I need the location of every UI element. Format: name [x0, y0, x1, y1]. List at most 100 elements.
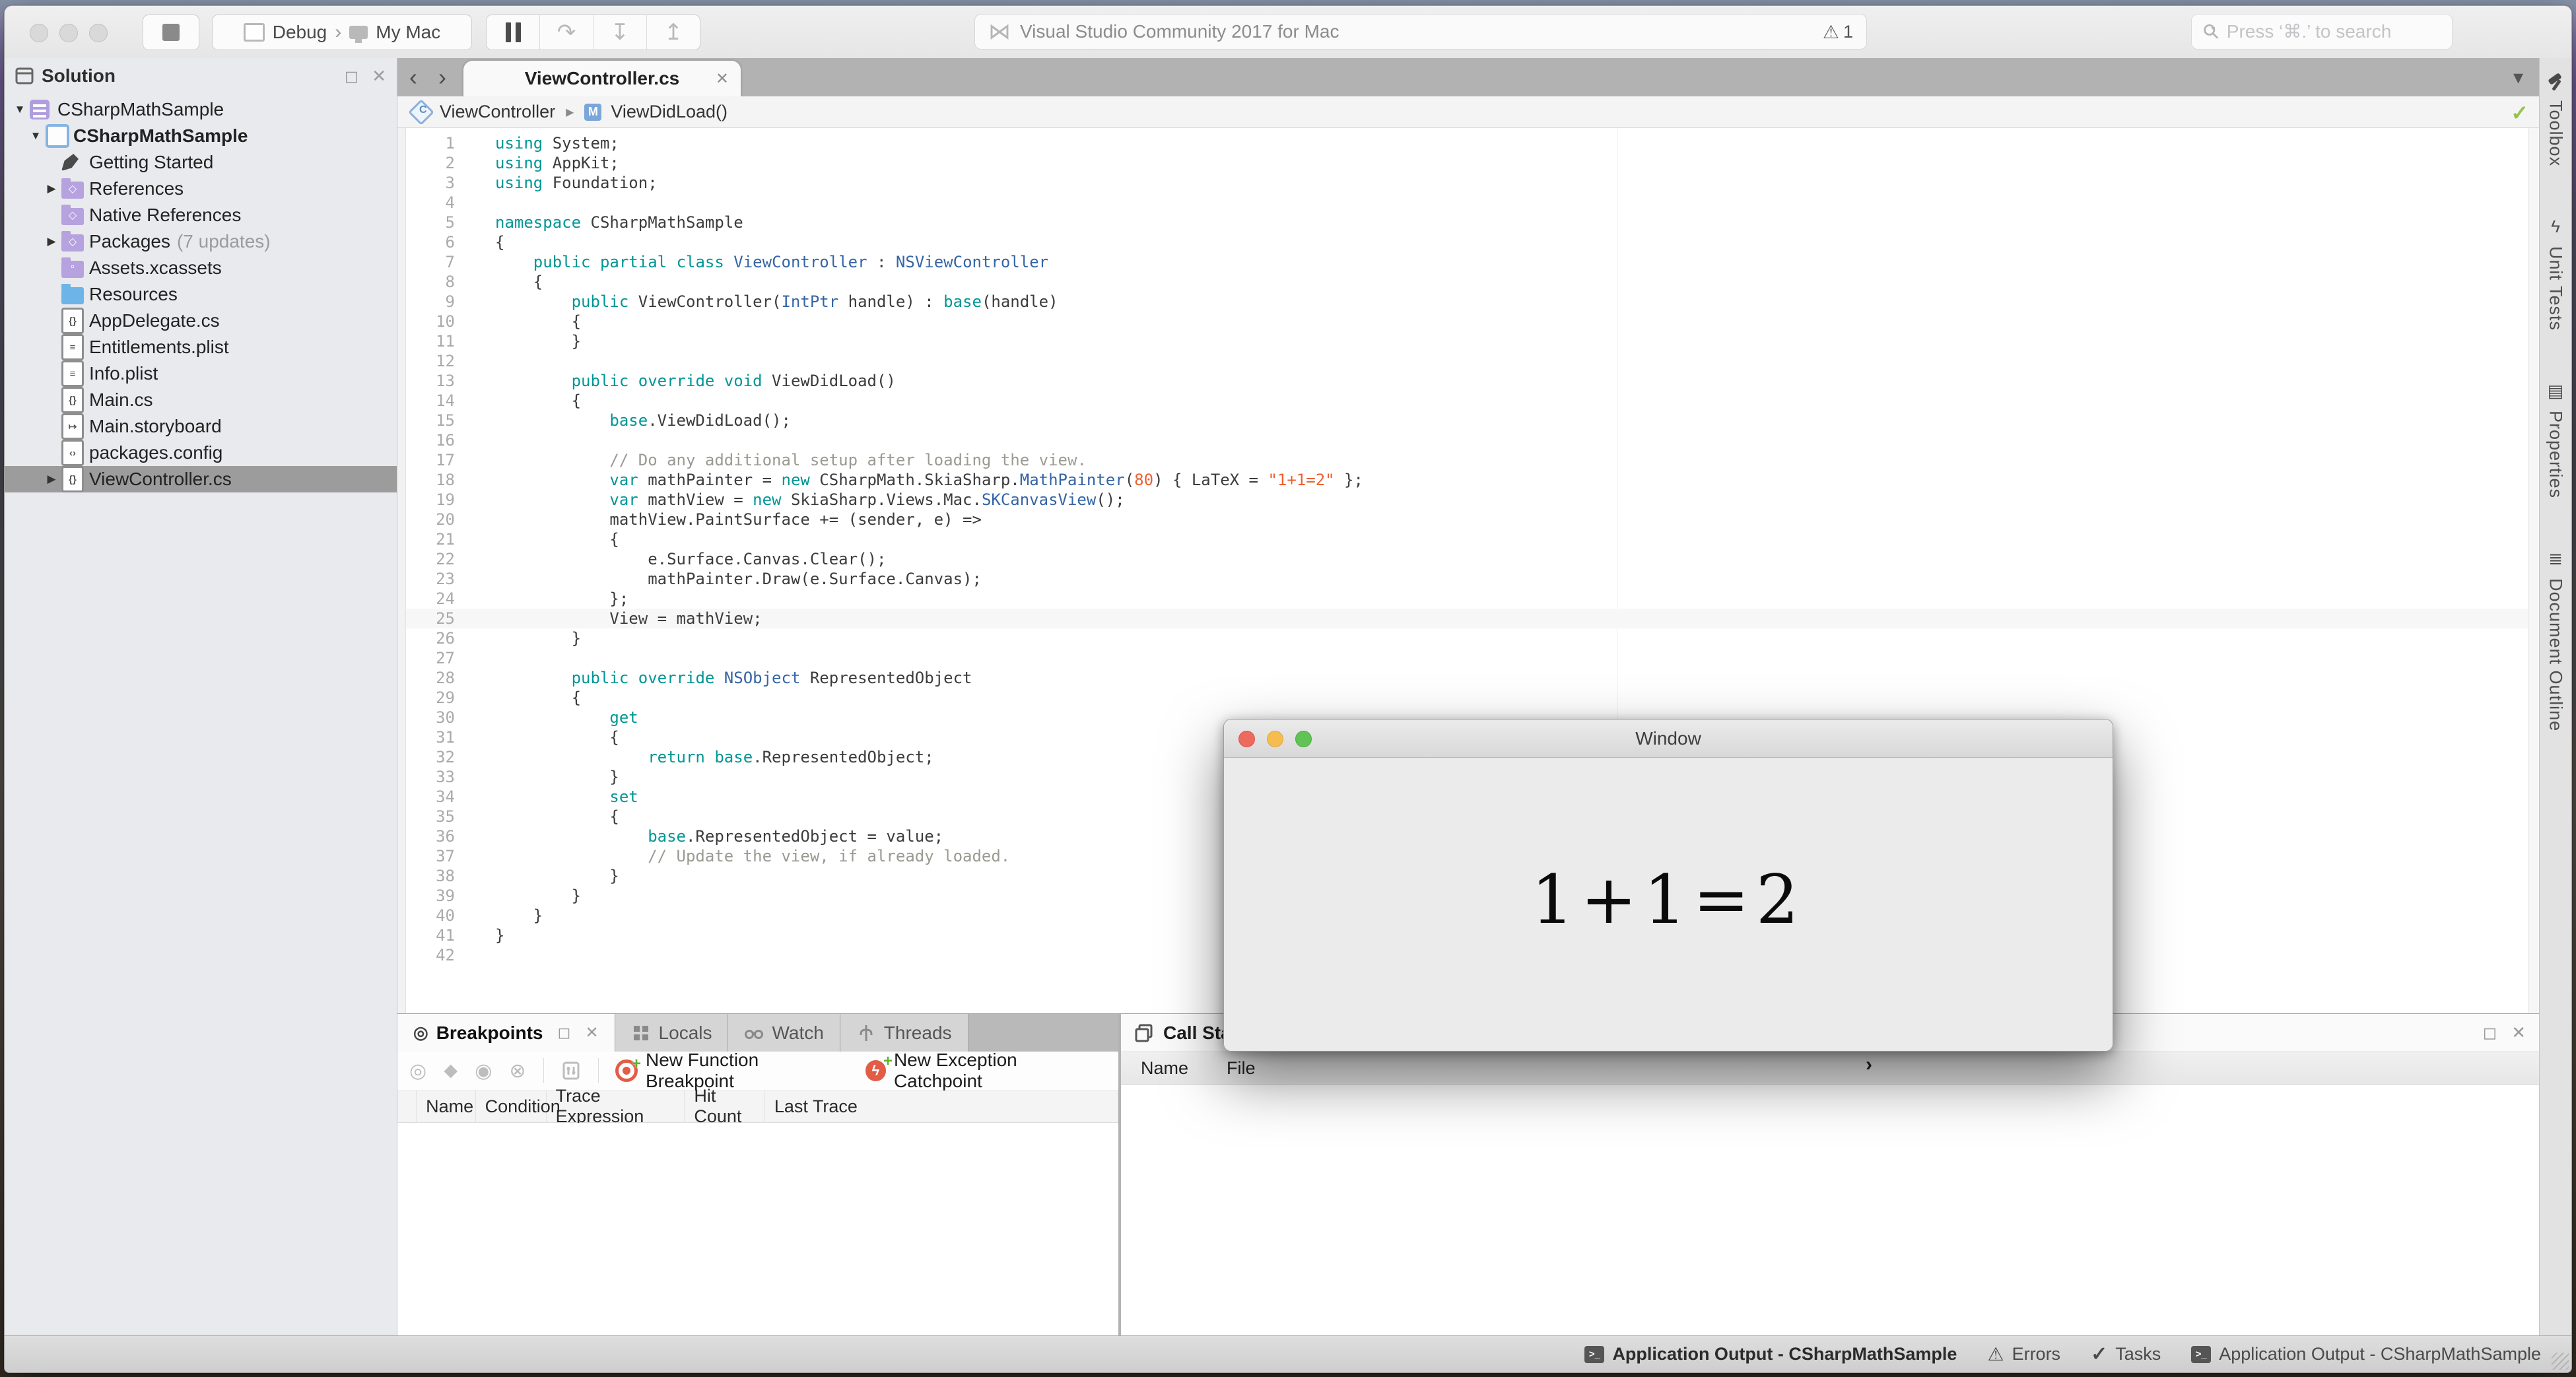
zoom-window-icon[interactable]: [89, 24, 108, 42]
run-configuration-selector[interactable]: Debug › My Mac: [212, 15, 472, 50]
step-over-button[interactable]: ↷: [540, 15, 593, 50]
tree-item-main-storyboard[interactable]: ↦ Main.storyboard: [5, 413, 397, 440]
rail-tab-unit-tests[interactable]: ϟ Unit Tests: [2546, 217, 2566, 331]
tree-item-references[interactable]: ▶ ◇ References: [5, 176, 397, 202]
code-line-20[interactable]: 20 mathView.PaintSurface += (sender, e) …: [406, 510, 2539, 529]
statusbar-item-tasks[interactable]: ✓ Tasks: [2091, 1343, 2161, 1366]
tree-item-info-plist[interactable]: ≡ Info.plist: [5, 360, 397, 387]
column-header-condition[interactable]: Condition: [476, 1091, 560, 1122]
rail-tab-toolbox[interactable]: Toolbox: [2546, 74, 2566, 166]
code-line-22[interactable]: 22 e.Surface.Canvas.Clear();: [406, 549, 2539, 569]
code-line-1[interactable]: 1 using System;: [406, 133, 2539, 153]
overflow-chevron-icon[interactable]: ›: [1866, 1054, 1872, 1076]
code-line-9[interactable]: 9 public ViewController(IntPtr handle) :…: [406, 292, 2539, 312]
resize-grip[interactable]: [2552, 1353, 2569, 1370]
tree-item-viewcontroller-cs[interactable]: ▶{} ViewController.cs: [5, 466, 397, 492]
app-window[interactable]: Window 1+1=2: [1223, 719, 2113, 1052]
close-pad-icon[interactable]: ✕: [2511, 1023, 2526, 1043]
tree-item-csharpmathsample[interactable]: ▼ CSharpMathSample: [5, 96, 397, 123]
app-window-titlebar[interactable]: Window: [1224, 720, 2113, 758]
close-window-icon[interactable]: [1238, 731, 1255, 747]
stop-button[interactable]: [143, 15, 199, 50]
tree-expanded-icon[interactable]: ▼: [10, 103, 30, 116]
code-line-25[interactable]: 25 View = mathView;: [406, 609, 2539, 628]
tree-collapsed-icon[interactable]: ▶: [42, 473, 61, 486]
tree-item-packages-config[interactable]: ‹› packages.config: [5, 440, 397, 466]
code-line-27[interactable]: 27: [406, 648, 2539, 668]
code-line-14[interactable]: 14 {: [406, 391, 2539, 411]
column-header-file[interactable]: File: [1207, 1058, 1256, 1079]
column-header-hit-count[interactable]: Hit Count: [685, 1086, 765, 1126]
dock-pad-icon[interactable]: ◻: [558, 1023, 571, 1042]
close-window-icon[interactable]: [30, 24, 48, 42]
code-line-12[interactable]: 12: [406, 351, 2539, 371]
code-line-16[interactable]: 16: [406, 430, 2539, 450]
tree-collapsed-icon[interactable]: ▶: [42, 182, 61, 195]
tree-item-csharpmathsample[interactable]: ▼ CSharpMathSample: [5, 123, 397, 149]
zoom-window-icon[interactable]: [1295, 731, 1312, 747]
all-breakpoints-icon[interactable]: ◉: [475, 1059, 492, 1083]
code-line-21[interactable]: 21 {: [406, 529, 2539, 549]
tree-item-resources[interactable]: Resources: [5, 281, 397, 308]
rail-tab-document-outline[interactable]: ≣ Document Outline: [2546, 549, 2566, 731]
column-header-name[interactable]: Name: [417, 1091, 476, 1122]
navigate-forward-button[interactable]: ›: [429, 63, 456, 91]
minimize-window-icon[interactable]: [59, 24, 78, 42]
step-into-button[interactable]: ↧: [593, 15, 647, 50]
pause-button[interactable]: [487, 15, 540, 50]
code-line-3[interactable]: 3 using Foundation;: [406, 173, 2539, 193]
tab-threads[interactable]: Threads: [840, 1014, 968, 1052]
tree-item-entitlements-plist[interactable]: ≡ Entitlements.plist: [5, 334, 397, 360]
tab-breakpoints[interactable]: ◎ Breakpoints ◻ ✕: [397, 1014, 615, 1052]
code-line-18[interactable]: 18 var mathPainter = new CSharpMath.Skia…: [406, 470, 2539, 490]
close-tab-icon[interactable]: ✕: [716, 69, 729, 88]
breadcrumb-item-viewdidload[interactable]: M ViewDidLoad(): [584, 102, 728, 122]
dock-pad-icon[interactable]: ◻: [2483, 1023, 2497, 1043]
tree-collapsed-icon[interactable]: ▶: [42, 235, 61, 248]
close-pad-icon[interactable]: ✕: [585, 1023, 598, 1042]
tree-item-getting-started[interactable]: Getting Started: [5, 149, 397, 176]
button-new-exception-catchpoint[interactable]: ϟ + New Exception Catchpoint: [865, 1050, 1106, 1092]
tab-viewcontroller-cs[interactable]: ViewController.cs ✕: [463, 61, 741, 96]
code-line-17[interactable]: 17 // Do any additional setup after load…: [406, 450, 2539, 470]
breakpoint-gutter[interactable]: [397, 128, 406, 1013]
editor-scrollbar[interactable]: [2528, 128, 2539, 1013]
tab-locals[interactable]: Locals: [615, 1014, 729, 1052]
code-line-10[interactable]: 10 {: [406, 312, 2539, 331]
tab-overflow-icon[interactable]: ▾: [2513, 66, 2523, 89]
window-traffic-lights[interactable]: [30, 24, 108, 42]
code-line-6[interactable]: 6{: [406, 232, 2539, 252]
statusbar-item-errors[interactable]: ⚠ Errors: [1987, 1343, 2060, 1365]
code-line-29[interactable]: 29 {: [406, 688, 2539, 708]
code-line-5[interactable]: 5 namespace CSharpMathSample: [406, 213, 2539, 232]
code-line-7[interactable]: 7 public partial class ViewController : …: [406, 252, 2539, 272]
code-line-8[interactable]: 8 {: [406, 272, 2539, 292]
breakpoints-list[interactable]: [397, 1123, 1118, 1335]
tree-expanded-icon[interactable]: ▼: [26, 129, 46, 143]
disable-breakpoint-icon[interactable]: ⬥: [444, 1059, 458, 1082]
search-input[interactable]: [2225, 20, 2441, 43]
tree-item-appdelegate-cs[interactable]: {} AppDelegate.cs: [5, 308, 397, 334]
code-line-11[interactable]: 11 }: [406, 331, 2539, 351]
close-pad-icon[interactable]: ✕: [372, 66, 386, 86]
code-line-23[interactable]: 23 mathPainter.Draw(e.Surface.Canvas);: [406, 569, 2539, 589]
warning-counter[interactable]: ⚠ 1: [1823, 21, 1853, 43]
breadcrumb-item-viewcontroller[interactable]: ViewController: [408, 98, 555, 125]
code-line-28[interactable]: 28 public override NSObject RepresentedO…: [406, 668, 2539, 688]
step-out-button[interactable]: ↥: [647, 15, 700, 50]
tree-item-native-references[interactable]: ◇ Native References: [5, 202, 397, 228]
rail-tab-properties[interactable]: ▤ Properties: [2546, 381, 2566, 498]
minimize-window-icon[interactable]: [1267, 731, 1283, 747]
code-line-2[interactable]: 2 using AppKit;: [406, 153, 2539, 173]
code-line-19[interactable]: 19 var mathView = new SkiaSharp.Views.Ma…: [406, 490, 2539, 510]
callstack-list[interactable]: [1121, 1085, 2539, 1335]
code-line-26[interactable]: 26 }: [406, 628, 2539, 648]
column-header-name[interactable]: Name: [1121, 1058, 1207, 1079]
column-header-last-trace[interactable]: Last Trace: [765, 1091, 1118, 1122]
breakpoint-properties-icon[interactable]: [561, 1061, 581, 1081]
code-line-24[interactable]: 24 };: [406, 589, 2539, 609]
tab-watch[interactable]: Watch: [728, 1014, 840, 1052]
dock-pad-icon[interactable]: ◻: [345, 66, 359, 86]
column-header-trace-expression[interactable]: Trace Expression: [547, 1086, 685, 1126]
code-line-15[interactable]: 15 base.ViewDidLoad();: [406, 411, 2539, 430]
